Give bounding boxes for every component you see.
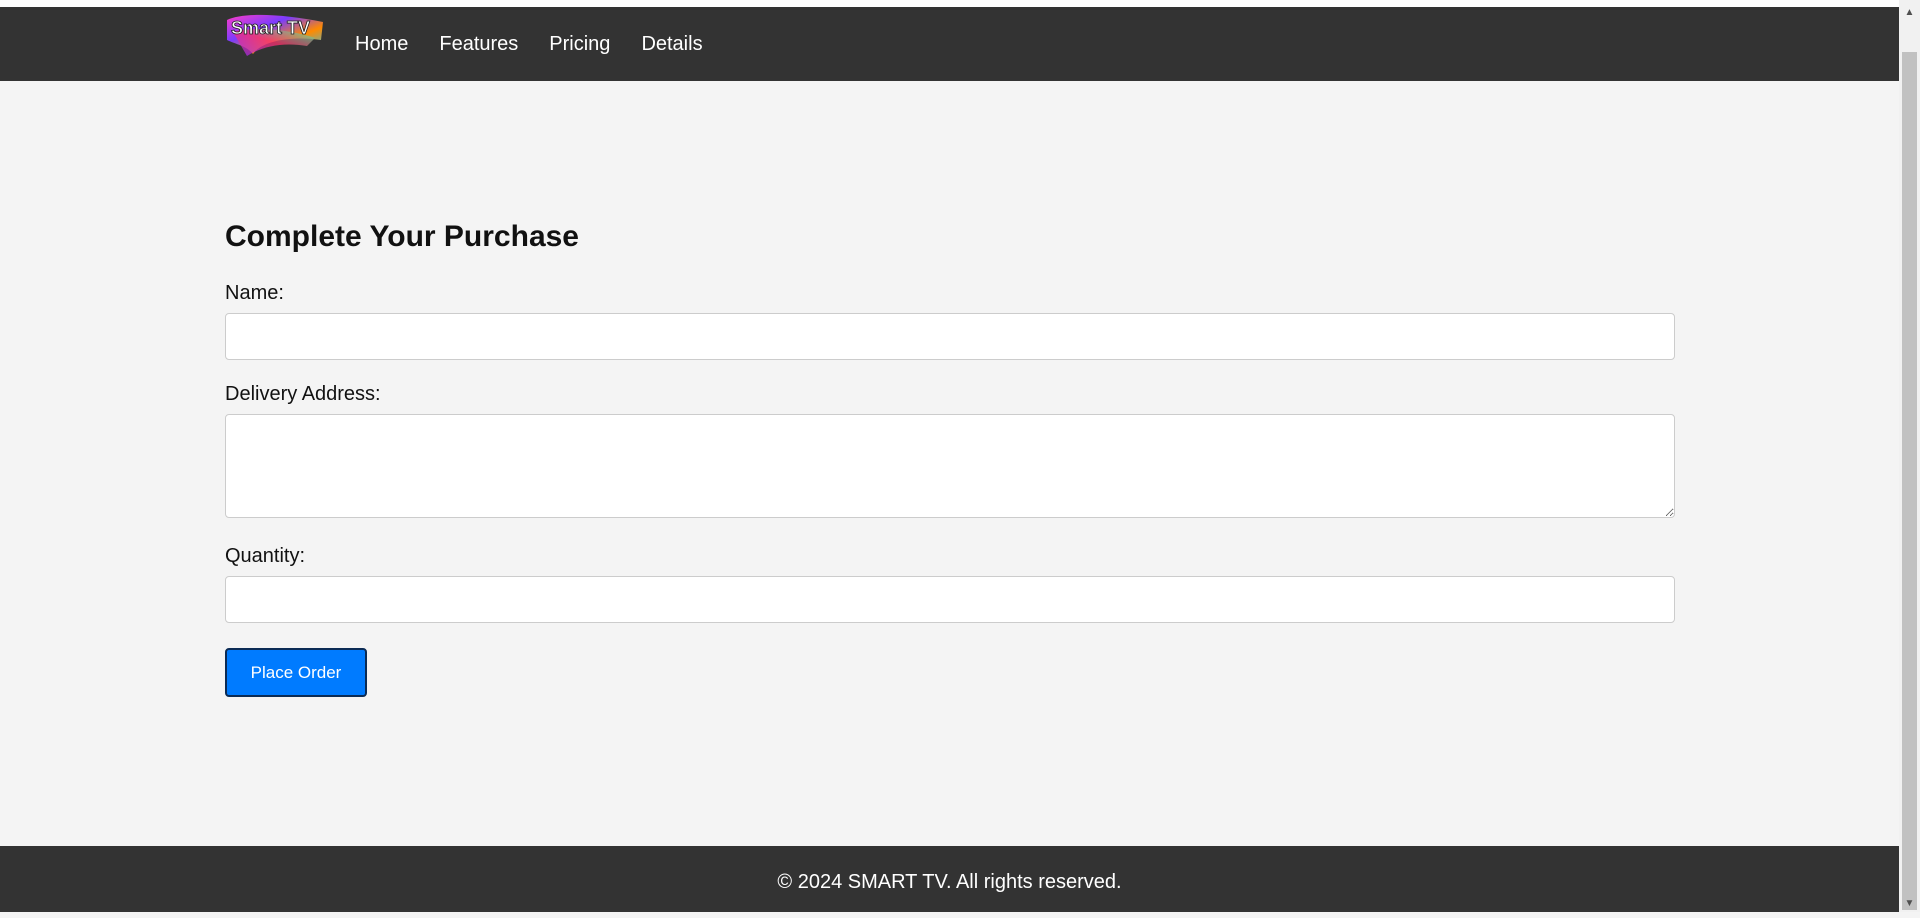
site-footer: © 2024 SMART TV. All rights reserved.: [0, 846, 1899, 912]
smart-tv-logo[interactable]: Smart TV: [223, 10, 327, 58]
quantity-input[interactable]: [225, 576, 1675, 623]
page-title: Complete Your Purchase: [225, 220, 579, 253]
nav-features[interactable]: Features: [439, 32, 518, 56]
site-header: Smart TV Home Features Pricing Details: [0, 7, 1899, 81]
nav-details[interactable]: Details: [641, 32, 702, 56]
scroll-down-arrow-icon[interactable]: ▼: [1899, 895, 1920, 912]
main-nav: Home Features Pricing Details: [355, 32, 734, 56]
name-input[interactable]: [225, 313, 1675, 360]
delivery-address-label: Delivery Address:: [225, 383, 381, 405]
copyright-text: © 2024 SMART TV. All rights reserved.: [777, 871, 1122, 893]
vertical-scrollbar[interactable]: ▲ ▼: [1899, 0, 1920, 912]
nav-home[interactable]: Home: [355, 32, 408, 56]
browser-top-strip: [0, 0, 1899, 7]
logo-text: Smart TV: [231, 18, 310, 38]
delivery-address-textarea[interactable]: [225, 414, 1675, 518]
scroll-thumb[interactable]: [1902, 52, 1917, 910]
place-order-button[interactable]: Place Order: [225, 648, 367, 697]
quantity-label: Quantity:: [225, 545, 306, 567]
scroll-up-arrow-icon[interactable]: ▲: [1899, 4, 1920, 21]
nav-pricing[interactable]: Pricing: [549, 32, 610, 56]
name-label: Name:: [225, 282, 284, 304]
